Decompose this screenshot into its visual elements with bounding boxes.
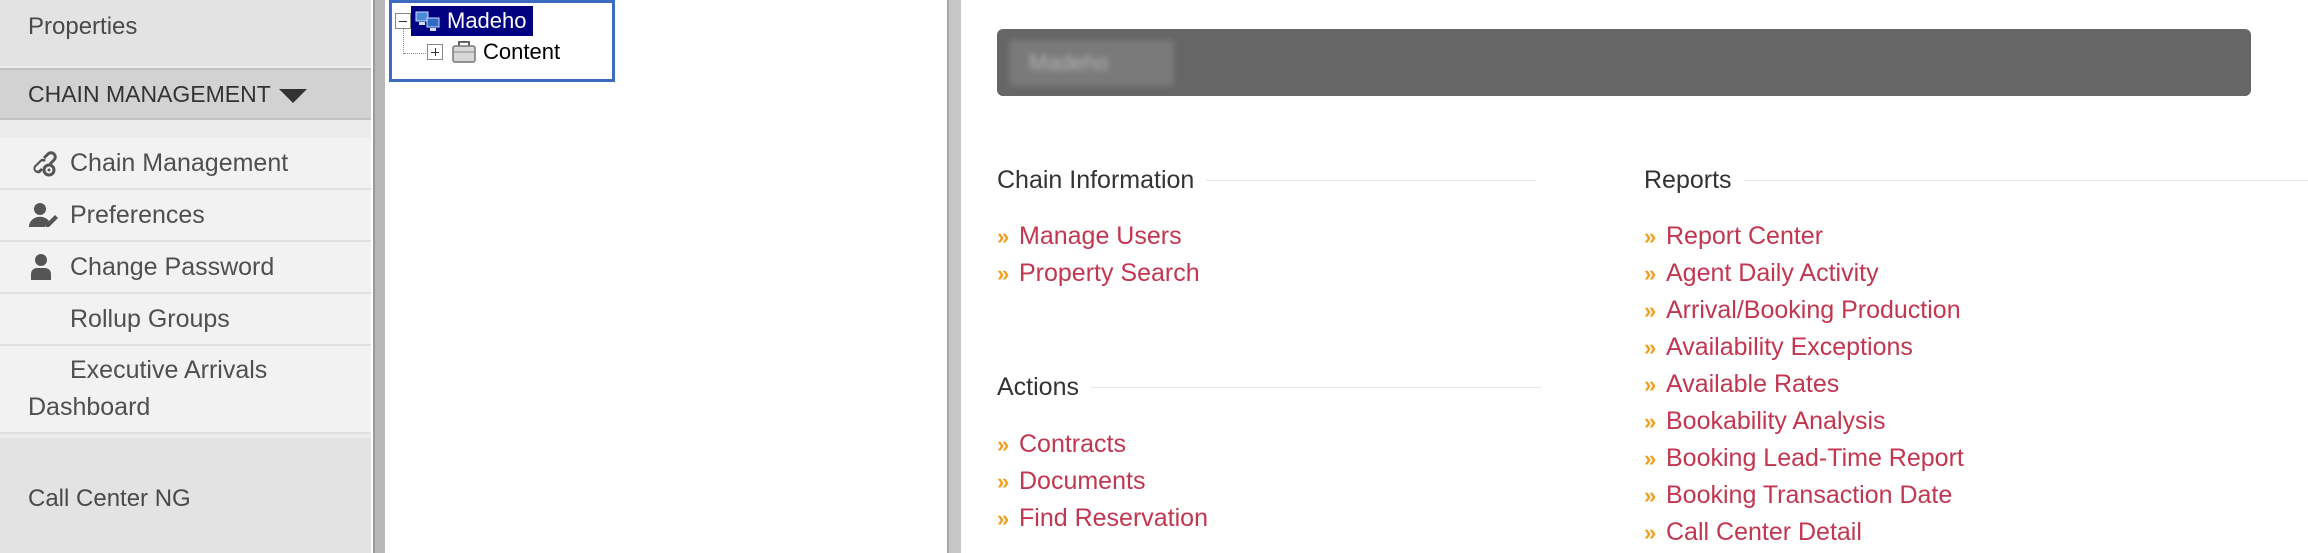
collapse-icon[interactable] xyxy=(395,13,411,29)
find-reservation-link[interactable]: Find Reservation xyxy=(1019,500,1208,537)
chain-information-title: Chain Information xyxy=(997,166,1195,194)
list-item: » Bookability Analysis xyxy=(1644,403,1964,440)
sidebar-splitter[interactable] xyxy=(373,0,385,553)
chain-management-menu: Chain Management Preferences Change Pass… xyxy=(0,138,371,434)
expand-icon[interactable] xyxy=(427,44,443,60)
list-item: » Manage Users xyxy=(997,218,1200,255)
bookability-analysis-link[interactable]: Bookability Analysis xyxy=(1666,403,1886,440)
list-item: » Available Rates xyxy=(1644,366,1964,403)
list-item: » Property Search xyxy=(997,255,1200,292)
properties-label: Properties xyxy=(28,13,138,40)
actions-heading: Actions xyxy=(997,373,1541,402)
sidebar-item-label-line2: Dashboard xyxy=(28,393,151,421)
link-gear-icon xyxy=(28,138,70,188)
list-item: » Booking Transaction Date xyxy=(1644,477,1964,514)
tree-connector xyxy=(404,53,428,54)
reports-links: » Report Center » Agent Daily Activity » Ar… xyxy=(1644,218,1964,551)
bullet-icon: » xyxy=(1644,372,1657,397)
blank-icon xyxy=(28,294,70,344)
bullet-icon: » xyxy=(1644,483,1657,508)
main-content: Madeho Chain Information » Manage Users »… xyxy=(961,0,2308,553)
sidebar-item-label: Chain Management xyxy=(70,149,289,177)
bullet-icon: » xyxy=(1644,261,1657,286)
report-center-link[interactable]: Report Center xyxy=(1666,218,1823,255)
bullet-icon: » xyxy=(1644,520,1657,545)
actions-links: » Contracts » Documents » Find Reservation xyxy=(997,426,1208,537)
tree-node-root[interactable]: Madeho xyxy=(395,6,533,36)
list-item: » Report Center xyxy=(1644,218,1964,255)
tree-node-content[interactable]: Content xyxy=(427,39,560,65)
sidebar: Properties CHAIN MANAGEMENT Chain Manage… xyxy=(0,0,371,553)
sidebar-item-change-password[interactable]: Change Password xyxy=(0,242,371,294)
bullet-icon: » xyxy=(1644,409,1657,434)
bullet-icon: » xyxy=(997,432,1010,457)
bullet-icon: » xyxy=(997,506,1010,531)
sidebar-item-preferences[interactable]: Preferences xyxy=(0,190,371,242)
chain-information-heading: Chain Information xyxy=(997,166,1537,195)
agent-daily-activity-link[interactable]: Agent Daily Activity xyxy=(1666,255,1879,292)
sidebar-item-label: Preferences xyxy=(70,201,205,229)
sidebar-item-chain-management[interactable]: Chain Management xyxy=(0,138,371,190)
bullet-icon: » xyxy=(1644,446,1657,471)
divider xyxy=(1090,387,1541,388)
list-item: » Call Center Detail xyxy=(1644,514,1964,551)
actions-title: Actions xyxy=(997,373,1079,401)
sidebar-item-label: Rollup Groups xyxy=(70,305,230,333)
list-item: » Booking Lead-Time Report xyxy=(1644,440,1964,477)
call-center-section[interactable]: Call Center NG xyxy=(0,438,371,553)
list-item: » Documents xyxy=(997,463,1208,500)
tree-splitter[interactable] xyxy=(947,0,961,553)
reports-heading: Reports xyxy=(1644,166,2308,195)
tree-node-root-label[interactable]: Madeho xyxy=(411,6,533,36)
sidebar-item-label: Change Password xyxy=(70,253,275,281)
bullet-icon: » xyxy=(1644,298,1657,323)
properties-section[interactable]: Properties xyxy=(0,0,371,66)
tree-node-root-text: Madeho xyxy=(447,8,527,33)
list-item: » Contracts xyxy=(997,426,1208,463)
sidebar-item-rollup-groups[interactable]: Rollup Groups xyxy=(0,294,371,346)
call-center-label: Call Center NG xyxy=(28,485,191,512)
reports-title: Reports xyxy=(1644,166,1732,194)
caret-down-icon xyxy=(278,88,307,103)
documents-link[interactable]: Documents xyxy=(1019,463,1145,500)
chain-management-header[interactable]: CHAIN MANAGEMENT xyxy=(0,68,371,120)
list-item: » Find Reservation xyxy=(997,500,1208,537)
contracts-link[interactable]: Contracts xyxy=(1019,426,1126,463)
arrival-booking-production-link[interactable]: Arrival/Booking Production xyxy=(1666,292,1961,329)
user-edit-icon xyxy=(28,190,70,240)
tree-panel: Madeho Content xyxy=(387,0,947,553)
bullet-icon: » xyxy=(997,261,1010,286)
list-item: » Agent Daily Activity xyxy=(1644,255,1964,292)
briefcase-icon xyxy=(452,41,476,63)
user-lock-icon xyxy=(28,242,70,292)
list-item: » Availability Exceptions xyxy=(1644,329,1964,366)
bullet-icon: » xyxy=(997,469,1010,494)
chain-banner: Madeho xyxy=(997,29,2251,96)
bullet-icon: » xyxy=(1644,335,1657,360)
divider xyxy=(1206,180,1537,181)
divider xyxy=(1743,180,2308,181)
bullet-icon: » xyxy=(1644,224,1657,249)
property-search-link[interactable]: Property Search xyxy=(1019,255,1200,292)
sidebar-item-executive-arrivals-dashboard[interactable]: Executive Arrivals Dashboard xyxy=(0,346,371,434)
tree-node-content-label: Content xyxy=(483,39,561,64)
booking-lead-time-report-link[interactable]: Booking Lead-Time Report xyxy=(1666,440,1964,477)
bullet-icon: » xyxy=(997,224,1010,249)
chain-computers-icon xyxy=(415,11,440,31)
manage-users-link[interactable]: Manage Users xyxy=(1019,218,1182,255)
booking-transaction-date-link[interactable]: Booking Transaction Date xyxy=(1666,477,1952,514)
available-rates-link[interactable]: Available Rates xyxy=(1666,366,1839,403)
call-center-detail-link[interactable]: Call Center Detail xyxy=(1666,514,1862,551)
list-item: » Arrival/Booking Production xyxy=(1644,292,1964,329)
chain-management-header-label: CHAIN MANAGEMENT xyxy=(28,81,271,107)
sidebar-item-label: Executive Arrivals xyxy=(70,356,268,384)
chain-information-links: » Manage Users » Property Search xyxy=(997,218,1200,292)
chain-name-redacted: Madeho xyxy=(1009,40,1174,86)
availability-exceptions-link[interactable]: Availability Exceptions xyxy=(1666,329,1913,366)
